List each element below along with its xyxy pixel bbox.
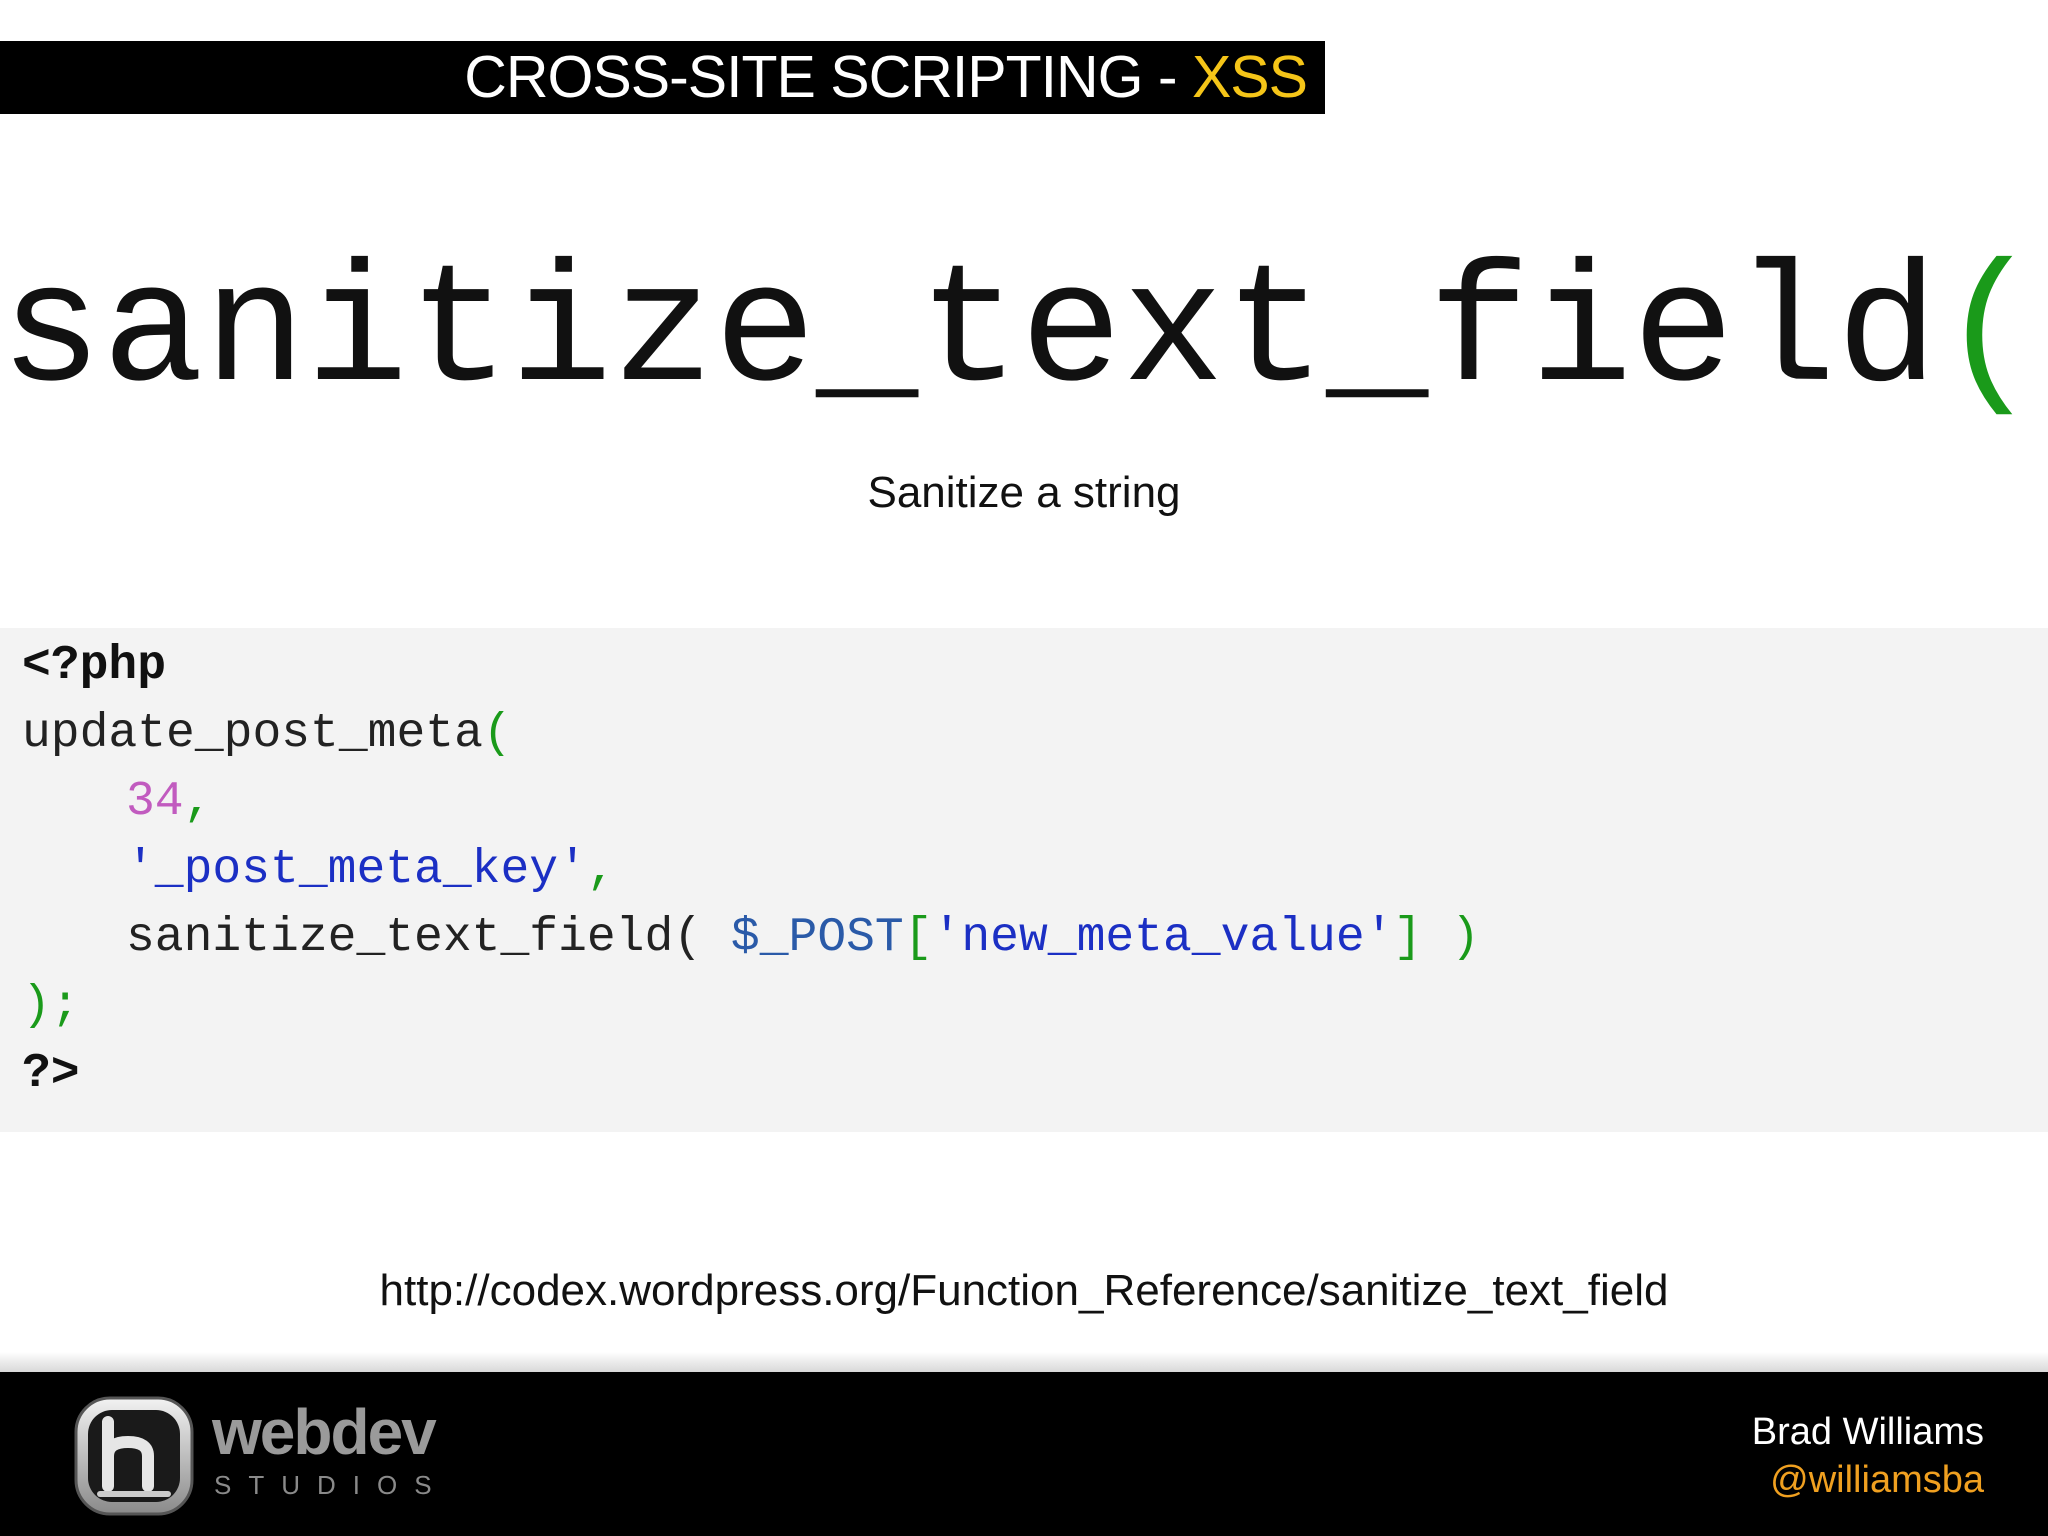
function-heading-parens: () (1938, 238, 2048, 431)
code-line-open-tag: <?php (22, 639, 167, 693)
code-arg3-var: $_POST (730, 911, 904, 965)
reference-link[interactable]: http://codex.wordpress.org/Function_Refe… (0, 1266, 2048, 1316)
footer-shadow (0, 1352, 2048, 1372)
code-line-close-call: ); (22, 979, 80, 1033)
code-arg2-comma: , (586, 843, 616, 897)
title-bar: CROSS-SITE SCRIPTING - XSS (0, 41, 1325, 114)
webdev-logo-icon (74, 1396, 194, 1516)
code-line-func-call: update_post_meta( (22, 700, 512, 768)
code-line-arg1: 34, (22, 768, 212, 836)
code-arg3-func: sanitize_text_field( (126, 911, 731, 965)
code-arg1-value: 34 (126, 775, 184, 829)
code-arg1-comma: , (183, 775, 213, 829)
code-arg3-close: ) (1422, 911, 1480, 965)
author-name: Brad Williams (1751, 1411, 1984, 1453)
author-handle: @williamsba (1770, 1459, 1984, 1501)
slide-title-accent: XSS (1191, 44, 1308, 110)
code-func-name: update_post_meta (22, 707, 483, 761)
code-arg3-bracket-open: [ (903, 911, 933, 965)
footer: webdev STUDIOS Brad Williams @williamsba (0, 1372, 2048, 1536)
logo-subtext: STUDIOS (214, 1470, 449, 1500)
subtitle: Sanitize a string (867, 468, 1181, 517)
slide-title-main: CROSS-SITE SCRIPTING - (464, 44, 1192, 110)
function-heading: sanitize_text_field() (0, 240, 2048, 430)
code-arg2-value: '_post_meta_key' (126, 843, 587, 897)
code-line-arg3: sanitize_text_field( $_POST['new_meta_va… (22, 904, 1480, 972)
logo-wordmark: webdev (212, 1396, 437, 1468)
code-open-paren: ( (482, 707, 512, 761)
code-line-close-tag: ?> (22, 1047, 80, 1101)
slide-title: CROSS-SITE SCRIPTING - XSS (464, 41, 1308, 114)
function-heading-name: sanitize_text_field (0, 238, 1939, 431)
code-arg3-key: 'new_meta_value' (932, 911, 1394, 965)
code-line-arg2: '_post_meta_key', (22, 836, 616, 904)
code-block: <?php update_post_meta( 34, '_post_meta_… (0, 628, 2048, 1132)
code-arg3-bracket-close: ] (1393, 911, 1423, 965)
